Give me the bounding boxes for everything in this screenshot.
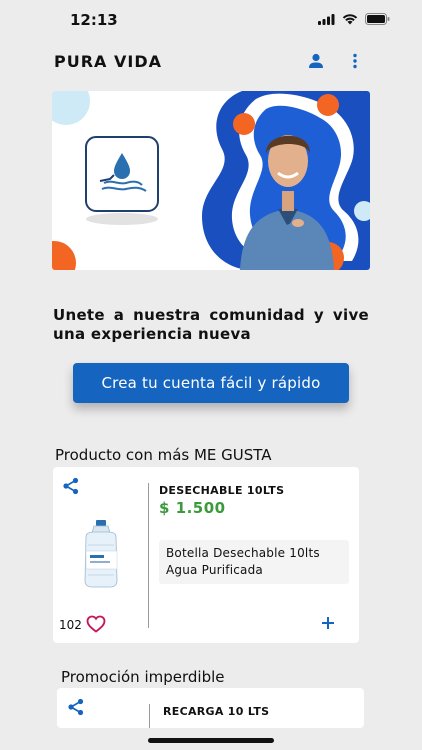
card-divider xyxy=(149,704,150,728)
profile-button[interactable] xyxy=(305,50,327,72)
home-indicator xyxy=(148,738,274,743)
product-image xyxy=(84,520,118,588)
section-title-most-liked: Producto con más ME GUSTA xyxy=(55,446,272,464)
product-card[interactable]: DESECHABLE 10LTS $ 1.500 Botella Desecha… xyxy=(53,467,359,643)
add-to-cart-button[interactable] xyxy=(320,615,340,635)
promo-text: Unete a nuestra comunidad y vive una exp… xyxy=(53,306,369,343)
create-account-button[interactable]: Crea tu cuenta fácil y rápido xyxy=(73,363,349,403)
share-button[interactable] xyxy=(67,698,87,718)
plus-icon xyxy=(322,617,334,629)
cellular-signal-icon xyxy=(318,13,335,25)
product-price: $ 1.500 xyxy=(159,499,226,517)
user-icon xyxy=(309,53,323,68)
battery-icon xyxy=(365,13,390,25)
status-icons xyxy=(318,13,390,25)
product-name: RECARGA 10 LTS xyxy=(163,705,270,718)
likes-count: 102 xyxy=(59,618,82,632)
share-button[interactable] xyxy=(62,477,82,497)
status-bar: 12:13 xyxy=(0,0,422,40)
card-divider xyxy=(148,483,149,628)
status-time: 12:13 xyxy=(70,11,118,29)
hero-banner xyxy=(52,91,370,270)
like-button[interactable] xyxy=(86,615,108,635)
more-vertical-icon xyxy=(353,53,357,69)
banner-illustration xyxy=(52,91,370,270)
app-header: PURA VIDA xyxy=(0,46,422,78)
water-drop-hand-icon xyxy=(85,136,159,212)
app-title: PURA VIDA xyxy=(54,52,162,71)
section-title-promotion: Promoción imperdible xyxy=(61,668,225,686)
share-icon xyxy=(63,477,79,495)
product-description: Botella Desechable 10lts Agua Purificada xyxy=(159,540,349,584)
heart-icon xyxy=(86,615,106,633)
wifi-icon xyxy=(342,14,358,25)
product-name: DESECHABLE 10LTS xyxy=(159,484,285,497)
share-icon xyxy=(68,698,84,716)
product-card[interactable]: RECARGA 10 LTS xyxy=(57,688,364,728)
more-menu-button[interactable] xyxy=(344,50,366,72)
